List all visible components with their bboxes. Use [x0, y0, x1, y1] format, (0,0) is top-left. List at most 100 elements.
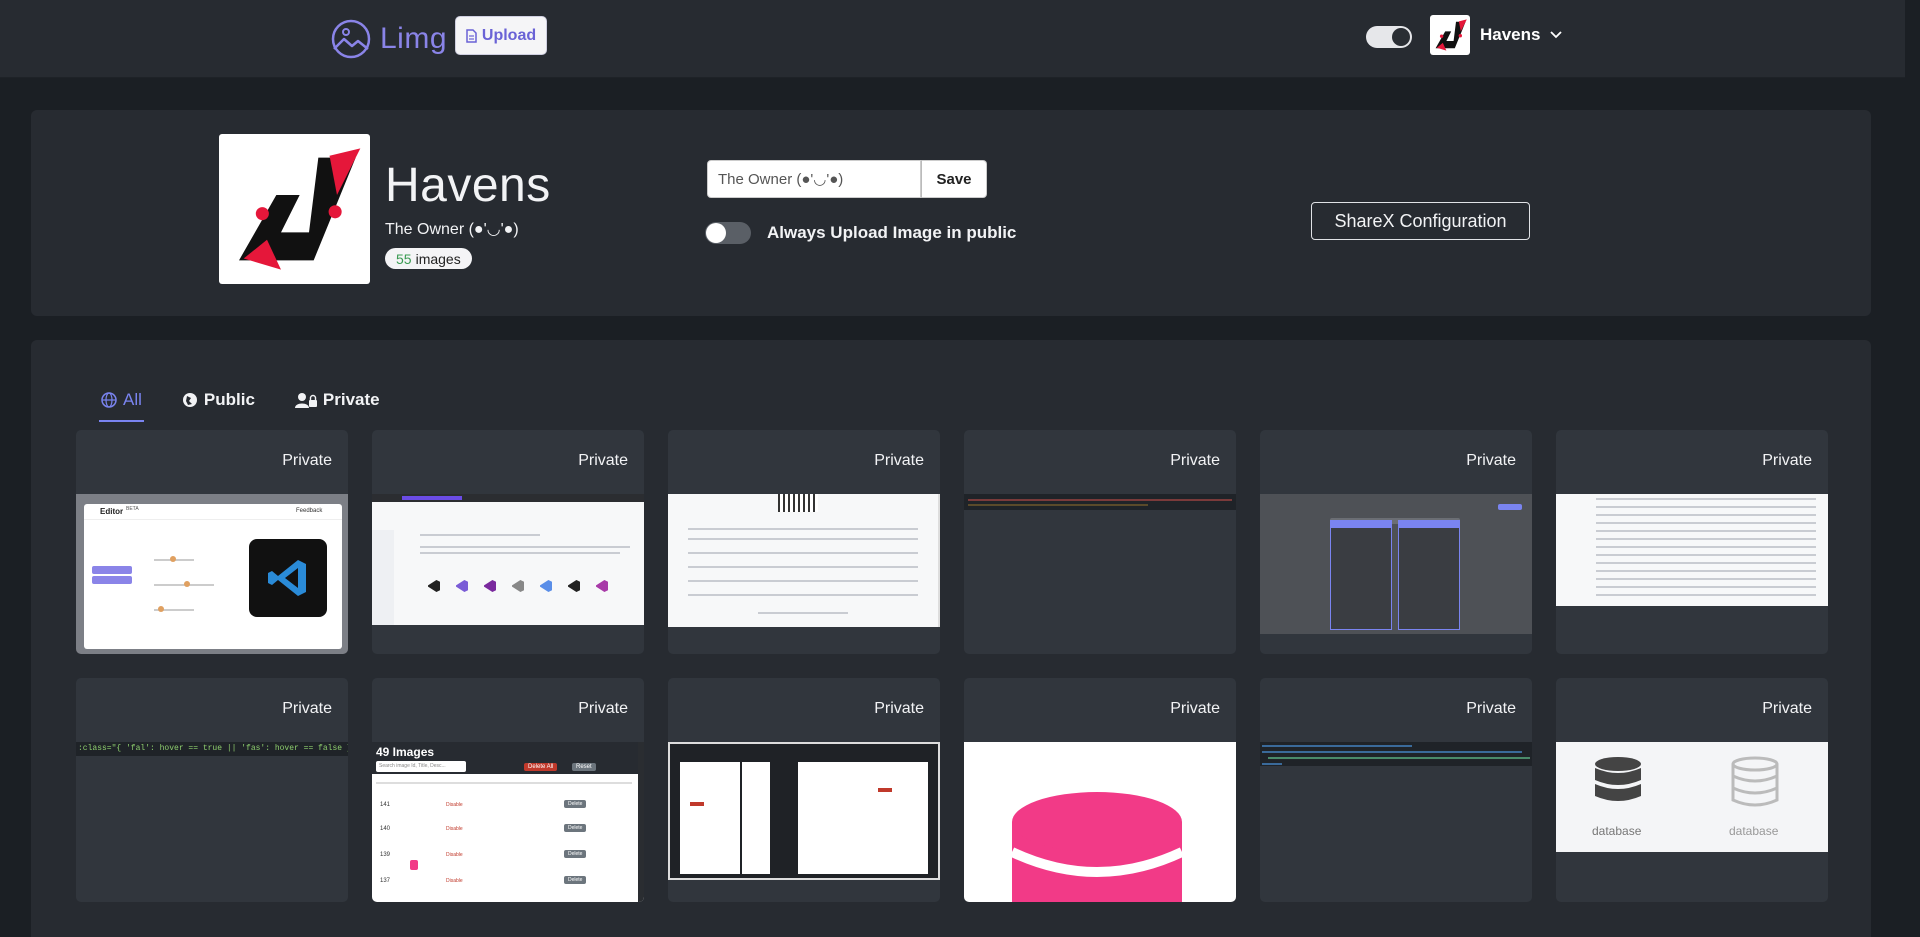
- image-card[interactable]: Private: [668, 430, 940, 654]
- image-card[interactable]: Private :class="{ 'fal': hover == true |…: [76, 678, 348, 902]
- dropdown-header: [1398, 520, 1460, 528]
- image-card[interactable]: Private: [668, 678, 940, 902]
- image-card[interactable]: Private: [964, 430, 1236, 654]
- vscode-icon-preview: [249, 539, 327, 617]
- image-count-suffix: images: [415, 250, 461, 267]
- visibility-badge: Private: [282, 700, 332, 717]
- card-header: Private: [76, 678, 348, 742]
- image-thumbnail: database database: [1556, 742, 1828, 852]
- public-toggle-row: Always Upload Image in public: [705, 222, 1016, 244]
- avatar-logo-icon: [1435, 19, 1467, 51]
- tab-all[interactable]: All: [99, 377, 144, 422]
- public-upload-toggle[interactable]: [705, 222, 751, 244]
- file-icon: [466, 28, 477, 43]
- row-id: 141: [380, 802, 391, 808]
- table-header-row: [376, 782, 632, 784]
- card-header: Private: [668, 678, 940, 742]
- visibility-badge: Private: [1466, 452, 1516, 469]
- card-header: Private: [964, 678, 1236, 742]
- row-delete-button: Delete: [564, 800, 587, 808]
- theme-toggle-knob: [1392, 28, 1410, 46]
- app-logo[interactable]: Limg: [328, 19, 447, 59]
- image-thumbnail: :class="{ 'fal': hover == true || 'fas':…: [76, 742, 348, 756]
- text-line: [420, 534, 540, 536]
- upload-button[interactable]: Upload: [455, 16, 547, 55]
- profile-avatar: [219, 134, 370, 284]
- text-line: [420, 546, 630, 548]
- editor-beta: BETA: [126, 506, 139, 512]
- upload-label: Upload: [481, 26, 537, 44]
- card-header: Private: [964, 430, 1236, 494]
- image-card[interactable]: Private database database: [1556, 678, 1828, 902]
- user-lock-icon: [294, 392, 317, 408]
- code-line: [1262, 751, 1522, 753]
- image-card[interactable]: Private Editor BETA Feedback: [76, 430, 348, 654]
- visibility-badge: Private: [1762, 700, 1812, 717]
- vscode-icon: [456, 580, 468, 592]
- image-card[interactable]: Private: [1556, 430, 1828, 654]
- image-card[interactable]: Private: [1260, 678, 1532, 902]
- tab-public[interactable]: Public: [180, 377, 257, 422]
- database-outline-icon: [1731, 756, 1779, 807]
- text-line: [758, 612, 848, 614]
- app-logo-text[interactable]: Limg: [380, 22, 447, 56]
- file-row: [1596, 594, 1816, 596]
- tab-private-label: Private: [322, 389, 380, 409]
- row-id: 140: [380, 826, 391, 832]
- file-row: [1596, 570, 1816, 572]
- avatar: [1430, 15, 1470, 55]
- image-thumbnail: 49 Images Search image Id, Title, Desc..…: [372, 742, 644, 902]
- vscode-icon: [268, 560, 306, 596]
- database-solid-icon: [1595, 757, 1641, 801]
- sidebar: [372, 530, 394, 625]
- table-header-bar: 49 Images Search image Id, Title, Desc..…: [372, 742, 638, 774]
- image-count-number: 55: [396, 250, 412, 267]
- selected-option: [92, 566, 132, 574]
- user-menu[interactable]: Havens: [1430, 15, 1563, 55]
- row-id: 137: [380, 878, 391, 884]
- row-delete-button: Delete: [564, 824, 587, 832]
- profile-logo-icon: [238, 148, 360, 270]
- image-thumbnail: [1556, 494, 1828, 606]
- slider-knob: [158, 606, 164, 612]
- card-header: Private: [1556, 430, 1828, 494]
- code-line: [1262, 763, 1282, 765]
- image-card[interactable]: Private: [964, 678, 1236, 902]
- row-status: Disable: [446, 802, 463, 808]
- file-row: [1596, 578, 1816, 580]
- image-card[interactable]: Private 49 Images Search image Id, Title…: [372, 678, 644, 902]
- tab-private[interactable]: Private: [293, 377, 382, 422]
- file-row: [1596, 554, 1816, 556]
- vscode-icon: [484, 580, 496, 592]
- file-row: [1596, 506, 1816, 508]
- landscape-logo-icon: [331, 19, 371, 59]
- visibility-badge: Private: [874, 452, 924, 469]
- image-count-badge: 55 images: [385, 248, 472, 269]
- gallery-panel: All Public Private Private Editor BETA F…: [31, 340, 1871, 937]
- selected-option: [92, 576, 132, 584]
- dropdown-header: [1330, 520, 1392, 528]
- pink-db-thumb: [410, 860, 418, 870]
- row-delete-button: Delete: [564, 850, 587, 858]
- card-header: Private: [76, 430, 348, 494]
- slider-knob: [184, 581, 190, 587]
- public-toggle-label: Always Upload Image in public: [767, 223, 1017, 242]
- file-row: [1596, 586, 1816, 588]
- image-thumbnail: [372, 494, 644, 625]
- image-card[interactable]: Private: [1260, 430, 1532, 654]
- save-button[interactable]: Save: [921, 160, 987, 198]
- code-line: [1268, 757, 1530, 759]
- title-input[interactable]: [707, 160, 921, 198]
- card-header: Private: [1260, 678, 1532, 742]
- image-thumbnail: [668, 494, 940, 627]
- image-card[interactable]: Private: [372, 430, 644, 654]
- file-row: [1596, 530, 1816, 532]
- theme-toggle[interactable]: [1366, 26, 1412, 48]
- visibility-badge: Private: [874, 700, 924, 717]
- row-status: Disable: [446, 878, 463, 884]
- image-thumbnail: Editor BETA Feedback: [76, 494, 348, 654]
- db-label: database: [1592, 824, 1642, 838]
- sharex-config-button[interactable]: ShareX Configuration: [1311, 202, 1530, 240]
- tab-all-label: All: [123, 389, 142, 409]
- visibility-badge: Private: [282, 452, 332, 469]
